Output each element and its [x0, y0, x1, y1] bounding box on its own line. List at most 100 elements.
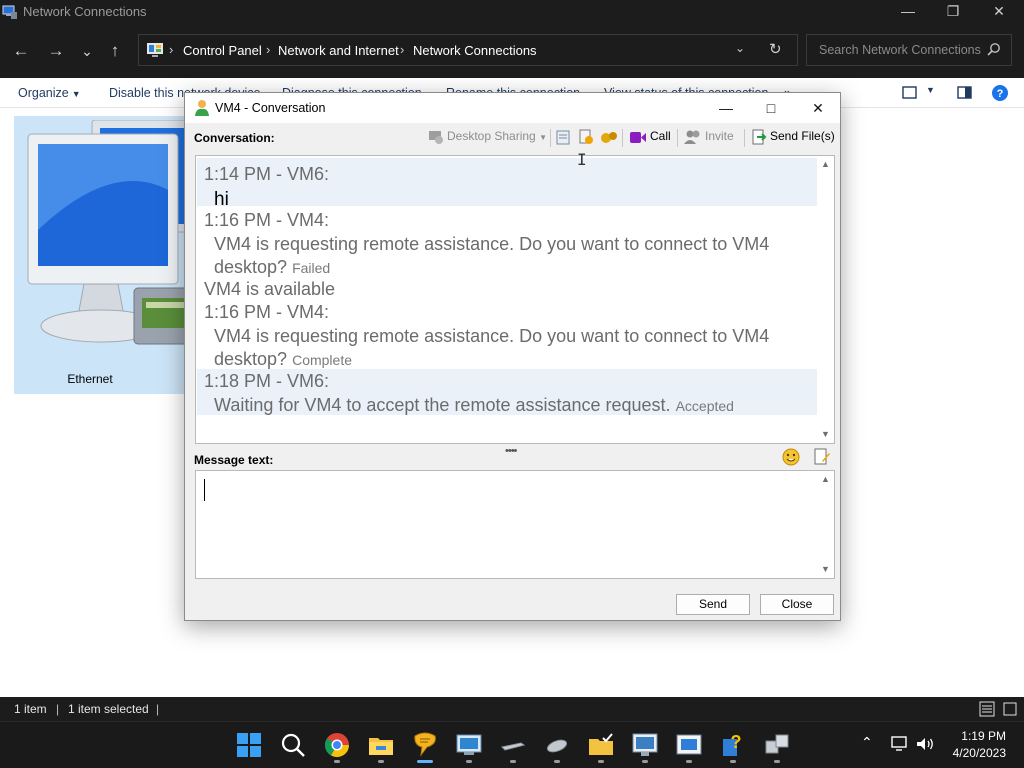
- chrome-icon[interactable]: [323, 731, 351, 759]
- breadcrumb-network-connections[interactable]: Network Connections: [413, 43, 537, 58]
- font-settings-icon[interactable]: [813, 448, 831, 466]
- close-dialog-button[interactable]: Close: [760, 594, 834, 615]
- status-bar: 1 item | 1 item selected |: [0, 697, 1024, 721]
- video-call-icon[interactable]: [629, 131, 647, 144]
- message-item: 1:14 PM - VM6: hi: [197, 158, 817, 210]
- svg-text:?: ?: [997, 88, 1004, 100]
- network-computers-icon[interactable]: [763, 731, 791, 759]
- folder-check-icon[interactable]: [587, 731, 615, 759]
- presence-notice: VM4 is available: [204, 279, 336, 299]
- search-icon: [987, 43, 1000, 56]
- scroll-down-arrow-icon[interactable]: ▼: [821, 564, 830, 574]
- up-button[interactable]: ↑: [104, 40, 126, 62]
- dialog-title-bar: VM4 - Conversation — □ ✕: [185, 93, 840, 123]
- message-text-label: Message text:: [194, 453, 274, 467]
- selected-count: 1 item selected: [68, 702, 149, 716]
- back-button[interactable]: ←: [10, 40, 32, 62]
- search-input[interactable]: Search Network Connections: [806, 34, 1012, 66]
- window-app-icon[interactable]: [675, 731, 703, 759]
- breadcrumb-separator: ›: [169, 42, 174, 57]
- running-indicator: [686, 760, 692, 763]
- ethernet-label: Ethernet: [67, 372, 113, 386]
- scroll-up-arrow-icon[interactable]: ▲: [821, 474, 830, 484]
- applications-icon[interactable]: [600, 129, 618, 145]
- change-view-icon[interactable]: [902, 84, 918, 102]
- show-hidden-icons-chevron-icon[interactable]: ⌃: [861, 734, 873, 751]
- window-title: Network Connections: [23, 4, 147, 19]
- breadcrumb-control-panel[interactable]: Control Panel: [183, 43, 262, 58]
- dialog-title: VM4 - Conversation: [215, 101, 326, 115]
- forward-button[interactable]: →: [45, 40, 67, 62]
- toolbar-separator: [550, 129, 551, 147]
- minimize-button[interactable]: —: [885, 0, 931, 24]
- running-indicator: [642, 760, 648, 763]
- desktop-sharing-button: Desktop Sharing ▼: [447, 129, 547, 143]
- running-indicator: [334, 760, 340, 763]
- network-status-icon[interactable]: [891, 736, 909, 752]
- dialog-maximize-button[interactable]: □: [759, 97, 783, 119]
- transcript-scrollbar[interactable]: ▲ ▼: [817, 156, 834, 443]
- network-item-ethernet[interactable]: Ethernet: [14, 116, 192, 394]
- scroll-down-arrow-icon[interactable]: ▼: [821, 429, 830, 439]
- taskbar: ? ⌃ 1:19 PM 4/20/2023: [0, 721, 1024, 768]
- conversation-dialog: VM4 - Conversation — □ ✕ Conversation: D…: [184, 92, 841, 621]
- system-clock[interactable]: 1:19 PM 4/20/2023: [953, 728, 1006, 762]
- preview-pane-icon[interactable]: [957, 84, 973, 102]
- active-app-indicator: [417, 760, 433, 763]
- messenger-icon[interactable]: [411, 731, 439, 759]
- running-indicator: [774, 760, 780, 763]
- refresh-icon[interactable]: ↻: [769, 40, 782, 58]
- message-input[interactable]: ▲ ▼: [195, 470, 835, 579]
- remote-desktop-icon[interactable]: [455, 731, 483, 759]
- text-caret: [204, 479, 205, 501]
- large-icons-view-icon[interactable]: [1002, 701, 1018, 717]
- running-indicator: [378, 760, 384, 763]
- address-history-chevron-icon[interactable]: ⌄: [735, 41, 745, 55]
- desktop-sharing-icon: [429, 131, 443, 144]
- message-body: VM4 is requesting remote assistance. Do …: [214, 326, 770, 369]
- invite-icon: [684, 130, 700, 144]
- call-button[interactable]: Call: [650, 129, 671, 143]
- help-icon[interactable]: ?: [991, 84, 1009, 102]
- send-files-button[interactable]: Send File(s): [770, 129, 835, 143]
- search-placeholder: Search Network Connections: [819, 43, 981, 57]
- dropdown-arrow-icon: ▼: [539, 133, 547, 142]
- status-divider: |: [156, 702, 160, 716]
- status-divider: |: [56, 702, 60, 716]
- close-button[interactable]: ✕: [976, 0, 1022, 24]
- clock-time: 1:19 PM: [961, 729, 1006, 743]
- send-button[interactable]: Send: [676, 594, 750, 615]
- whiteboard-icon[interactable]: [556, 130, 570, 145]
- search-icon[interactable]: [279, 731, 307, 759]
- emoticon-icon[interactable]: [782, 448, 800, 466]
- scroll-up-arrow-icon[interactable]: ▲: [821, 159, 830, 169]
- send-file-icon[interactable]: [751, 129, 767, 145]
- volume-icon[interactable]: [915, 736, 935, 752]
- organize-menu[interactable]: Organize ▼: [18, 86, 81, 100]
- toolbar-separator: [744, 129, 745, 147]
- network-icon[interactable]: [499, 731, 527, 759]
- message-item: 1:18 PM - VM6: Waiting for VM4 to accept…: [197, 369, 817, 415]
- monitor-icon[interactable]: [631, 731, 659, 759]
- start-icon[interactable]: [235, 731, 263, 759]
- mouse-icon[interactable]: [543, 731, 571, 759]
- recent-locations-button[interactable]: ⌄: [76, 40, 98, 62]
- view-options-dropdown-icon[interactable]: ▼: [926, 85, 935, 95]
- dialog-close-button[interactable]: ✕: [806, 97, 830, 119]
- running-indicator: [510, 760, 516, 763]
- maximize-button[interactable]: ❐: [930, 0, 976, 24]
- splitter-grip-icon[interactable]: ••••: [505, 445, 517, 457]
- breadcrumb-network-and-internet[interactable]: Network and Internet: [278, 43, 399, 58]
- dropdown-arrow-icon: ▼: [71, 89, 81, 99]
- request-status: Accepted: [675, 398, 734, 414]
- conversation-transcript[interactable]: 1:14 PM - VM6: hi 1:16 PM - VM4: VM4 is …: [195, 155, 835, 444]
- help-icon[interactable]: ?: [719, 731, 747, 759]
- dialog-minimize-button[interactable]: —: [714, 97, 738, 119]
- file-transfer-icon[interactable]: [578, 129, 594, 145]
- message-scrollbar[interactable]: ▲ ▼: [817, 471, 834, 578]
- address-bar[interactable]: › Control Panel › Network and Internet ›…: [138, 34, 798, 66]
- network-adapter-icon: [27, 120, 192, 345]
- file-explorer-icon[interactable]: [367, 731, 395, 759]
- conversation-label: Conversation:: [194, 131, 275, 145]
- details-view-icon[interactable]: [979, 701, 995, 717]
